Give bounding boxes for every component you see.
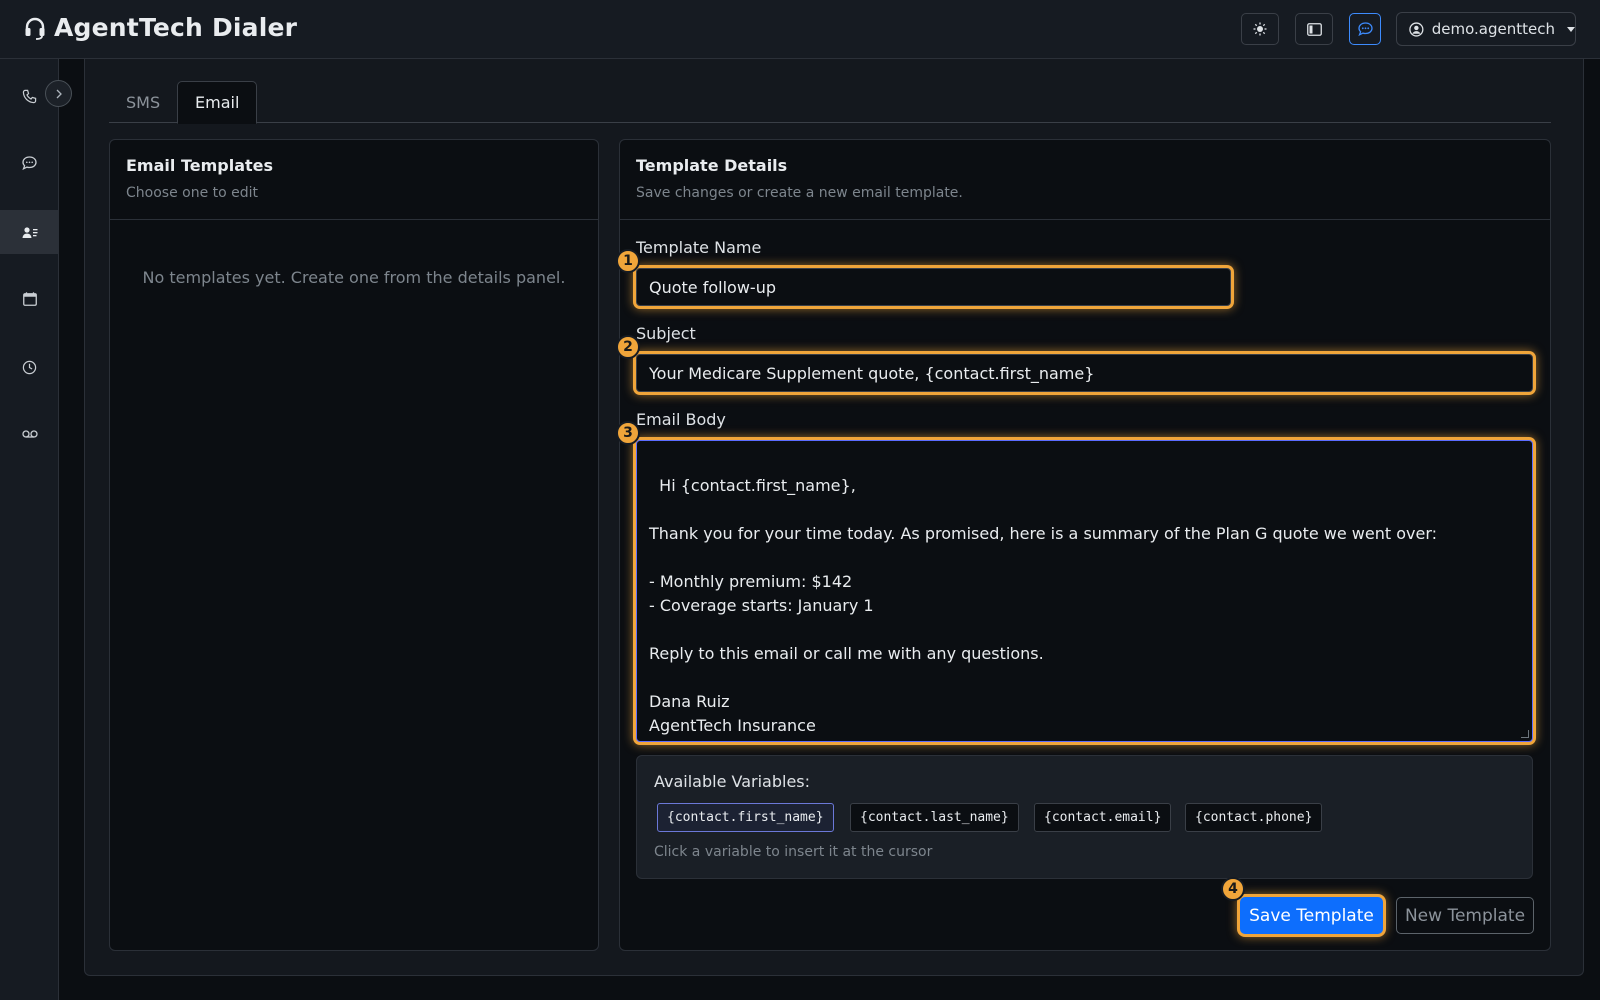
calendar-icon (22, 292, 37, 306)
subject-input[interactable]: Your Medicare Supplement quote, {contact… (636, 354, 1533, 392)
variables-title: Available Variables: (654, 772, 811, 791)
email-templates-subtitle: Choose one to edit (126, 185, 259, 201)
email-templates-title: Email Templates (126, 156, 274, 175)
chat-toggle-button[interactable] (1349, 13, 1381, 45)
new-template-button[interactable]: New Template (1396, 897, 1534, 934)
subject-label: Subject (636, 324, 696, 343)
sidebar-item-voicemail[interactable] (0, 412, 59, 456)
sidebar-item-contacts[interactable] (0, 210, 59, 254)
user-menu-button[interactable]: demo.agenttech (1396, 12, 1576, 46)
resize-handle[interactable] (1521, 730, 1529, 738)
message-icon (22, 156, 37, 170)
variable-chip-phone[interactable]: {contact.phone} (1185, 803, 1323, 832)
top-navbar: AgentTech Dialer demo.agenttech (0, 0, 1600, 59)
brand[interactable]: AgentTech Dialer (24, 13, 297, 42)
annotation-badge-3: 3 (616, 421, 640, 445)
tab-email[interactable]: Email (177, 81, 258, 124)
annotation-badge-4: 4 (1221, 877, 1245, 901)
sidebar-item-messages[interactable] (0, 141, 59, 185)
contacts-icon (22, 226, 37, 238)
layout-toggle-button[interactable] (1295, 13, 1333, 45)
empty-templates-message: No templates yet. Create one from the de… (142, 268, 566, 287)
variable-chip-first-name[interactable]: {contact.first_name} (657, 803, 834, 832)
template-details-subtitle: Save changes or create a new email templ… (636, 185, 963, 201)
app-title: AgentTech Dialer (54, 13, 298, 42)
chevron-down-icon (1567, 26, 1575, 32)
chat-icon (1357, 22, 1373, 36)
template-details-title: Template Details (636, 156, 788, 175)
email-templates-card: Email Templates Choose one to edit No te… (109, 139, 599, 951)
save-template-button[interactable]: Save Template (1240, 897, 1383, 934)
variables-hint: Click a variable to insert it at the cur… (654, 844, 933, 860)
headset-icon (25, 17, 45, 40)
annotation-badge-1: 1 (616, 249, 640, 273)
sidebar (0, 59, 59, 1000)
email-body-label: Email Body (636, 410, 726, 429)
available-variables-panel: Available Variables: {contact.first_name… (636, 755, 1533, 879)
template-name-label: Template Name (636, 238, 762, 257)
email-body-textarea[interactable]: Hi {contact.first_name}, Thank you for y… (636, 440, 1533, 742)
tab-sms[interactable]: SMS (109, 81, 177, 123)
email-templates-header: Email Templates Choose one to edit (110, 140, 598, 220)
email-body-text: Hi {contact.first_name}, Thank you for y… (649, 476, 1438, 735)
sidebar-layout-icon (1306, 22, 1322, 36)
template-details-header: Template Details Save changes or create … (620, 140, 1550, 220)
template-name-input[interactable]: Quote follow-up (636, 268, 1231, 306)
sidebar-item-calendar[interactable] (0, 277, 59, 321)
phone-icon (22, 89, 37, 103)
annotation-badge-2: 2 (616, 335, 640, 359)
sidebar-item-history[interactable] (0, 345, 59, 389)
variable-chip-email[interactable]: {contact.email} (1034, 803, 1172, 832)
user-circle-icon (1409, 21, 1424, 37)
sun-icon (1253, 22, 1267, 36)
theme-toggle-button[interactable] (1241, 13, 1279, 45)
username-label: demo.agenttech (1431, 20, 1555, 38)
variable-chip-last-name[interactable]: {contact.last_name} (850, 803, 1019, 832)
history-icon (22, 360, 37, 374)
voicemail-icon (21, 430, 38, 438)
channel-tabs: SMS Email (109, 81, 1551, 124)
chevron-right-icon (56, 89, 62, 98)
sidebar-expand-button[interactable] (45, 80, 72, 107)
